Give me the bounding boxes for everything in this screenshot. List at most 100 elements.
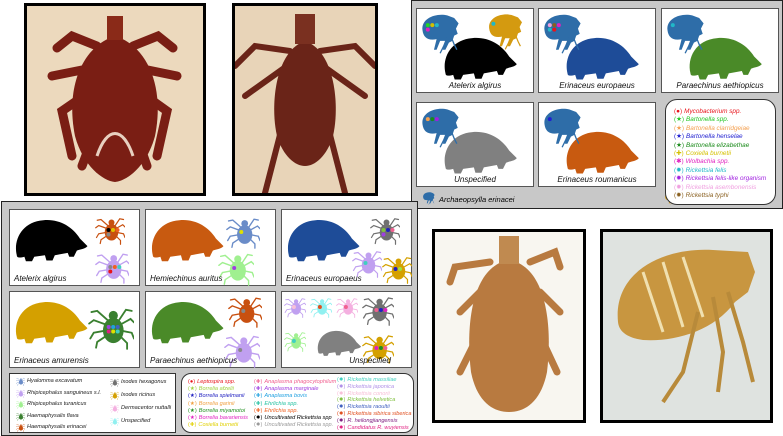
tick-icon xyxy=(362,297,394,326)
tick-icon xyxy=(284,332,306,352)
flea-icon xyxy=(421,14,460,54)
hedgehog-silhouette-icon xyxy=(151,302,224,344)
pathogen-legend-item: (✹) Candidatus R. wuyiensis xyxy=(337,425,409,432)
pathogen-legend-item: (★) Borrelia bavariensis xyxy=(188,415,248,422)
pathogen-marker xyxy=(434,23,439,28)
pathogen-marker xyxy=(425,117,430,122)
pathogen-legend: (●) Leptospira spp. (★) Borrelia afzelii (★)… xyxy=(181,373,414,433)
pathogen-name: Anaplasma marginale xyxy=(264,386,319,393)
pathogen-name: Ehrlichia spp. xyxy=(264,400,299,407)
flea-specimen-image xyxy=(617,249,755,404)
host-tile: Erinaceus amurensis xyxy=(9,291,140,368)
pathogen-marker xyxy=(434,117,439,122)
pathogen-symbol: (✹) xyxy=(674,183,684,191)
pathogen-name: Candidatus R. wuyiensis xyxy=(347,424,409,431)
pathogen-symbol: (✹) xyxy=(254,422,263,429)
pathogen-symbol: (★) xyxy=(188,386,197,393)
host-label: Unspecified xyxy=(454,175,496,184)
tick-legend-icon xyxy=(16,423,25,432)
pathogen-marker xyxy=(115,325,120,329)
pathogen-marker xyxy=(115,228,120,232)
pathogen-marker xyxy=(106,228,111,232)
pathogen-symbol: (✹) xyxy=(674,166,684,174)
pathogen-name: Bartonella clarridgeiae xyxy=(686,124,750,132)
flea-legend-label: Archaeopsylla erinacei xyxy=(439,195,515,204)
pathogen-name: Bartonella elizabethae xyxy=(686,141,750,149)
pathogen-name: Rickettsia helvetica xyxy=(347,397,396,404)
pathogen-marker xyxy=(291,305,296,309)
pathogen-marker xyxy=(291,339,296,343)
host-label: Erinaceus europaeus xyxy=(559,81,635,90)
pathogen-legend-item: (✚) Ehrlichia spp. xyxy=(254,401,298,408)
tick-icon xyxy=(88,308,134,350)
pathogen-symbol: (✚) xyxy=(254,400,263,407)
host-tile: Erinaceus europaeus xyxy=(281,209,412,286)
tick-legend-icon xyxy=(110,404,119,413)
tick-icon xyxy=(336,298,358,318)
host-label: Hemiechinus auritus xyxy=(150,274,223,283)
pathogen-legend-item: (★) Bartonella clarridgeiae xyxy=(674,125,750,132)
pathogen-marker xyxy=(374,346,379,350)
pathogen-symbol: (★) xyxy=(674,141,684,149)
pathogen-marker xyxy=(552,23,557,28)
pathogen-name: Ehrlichia spp. xyxy=(264,407,299,414)
pathogen-legend-item: (✚) Anaplasma phagocytophilum xyxy=(254,379,336,386)
tick-icon xyxy=(226,218,260,249)
pathogen-symbol: (✚) xyxy=(254,393,263,400)
pathogen-marker xyxy=(547,117,552,122)
flea-legend-icon xyxy=(422,191,435,205)
pathogen-name: Coxiella burnetii xyxy=(198,422,239,429)
pathogen-legend-item: (✹) Rickettsia typhi xyxy=(674,192,729,199)
pathogen-marker xyxy=(398,267,402,271)
pathogen-name: Borrelia miyamotoi xyxy=(198,407,246,414)
pathogen-symbol: (✹) xyxy=(337,411,346,417)
pathogen-symbol: (✱) xyxy=(674,158,684,166)
pathogen-legend-item: (✹) Uncultivated Rickettsia spp xyxy=(254,415,332,422)
pathogen-legend-item: (★) Borrelia spielmanii xyxy=(188,393,244,400)
pathogen-name: Rickettsia sibirica siberica xyxy=(347,411,412,417)
pathogen-name: Uncultivated Rickettsia spp. xyxy=(264,422,334,429)
flea-icon xyxy=(488,13,523,51)
pathogen-marker xyxy=(106,232,111,237)
host-tile: Hemiechinus auritus xyxy=(145,209,276,286)
pathogen-legend-item: (★) Bartonella spp. xyxy=(674,116,729,123)
pathogen-marker xyxy=(556,23,561,28)
pathogen-marker xyxy=(117,265,122,269)
tick-legend-label: Ixodes hexagonus xyxy=(121,379,167,385)
pathogen-symbol: (★) xyxy=(188,415,197,421)
pathogen-marker xyxy=(111,325,116,329)
pathogen-symbol: (✹) xyxy=(337,404,346,411)
flea-icon xyxy=(421,108,460,148)
pathogen-legend: (●) Mycobacterium spp. (★) Bartonella spp.(… xyxy=(665,99,776,205)
pathogen-legend-item: (★) Borrelia garinii xyxy=(188,401,235,408)
pathogen-marker xyxy=(378,308,383,312)
hedgehog-silhouette-icon xyxy=(151,220,224,262)
pathogen-legend-item: (✱) Wolbachia spp. xyxy=(674,158,729,165)
pathogen-name: Uncultivated Rickettsia spp xyxy=(264,415,332,421)
host-tile: Paraechinus aethiopicus xyxy=(661,8,779,93)
pathogen-marker xyxy=(383,308,388,312)
tick-icon xyxy=(95,218,125,245)
pathogen-name: R. heilongjiangensis xyxy=(347,417,398,424)
pathogen-marker xyxy=(430,23,435,28)
pathogen-symbol: (✚) xyxy=(254,407,263,414)
pathogen-name: Bartonella spp. xyxy=(686,116,729,124)
pathogen-marker xyxy=(241,309,246,313)
pathogen-symbol: (★) xyxy=(188,407,197,414)
tick-specimen-image xyxy=(446,236,564,412)
tick-specimen-image xyxy=(47,16,182,182)
tick-legend-label: Haemaphysalis erinacei xyxy=(27,424,87,430)
pathogen-symbol: (●) xyxy=(674,108,683,115)
host-tile: Atelerix algirus xyxy=(9,209,140,286)
pathogen-legend-item: (●) Leptospira spp. xyxy=(188,379,235,386)
pathogen-symbol: (✹) xyxy=(337,377,346,383)
pathogen-symbol: (✹) xyxy=(674,175,684,183)
pathogen-marker xyxy=(232,266,237,270)
pathogen-symbol: (✹) xyxy=(337,424,346,431)
pathogen-marker xyxy=(108,265,113,269)
pathogen-legend-item: (✚) Ehrlichia spp. xyxy=(254,408,298,415)
pathogen-marker xyxy=(115,329,120,334)
pathogen-marker xyxy=(239,230,244,234)
pathogen-marker xyxy=(425,27,430,32)
pathogen-name: Rickettsia raoultii xyxy=(347,404,390,411)
